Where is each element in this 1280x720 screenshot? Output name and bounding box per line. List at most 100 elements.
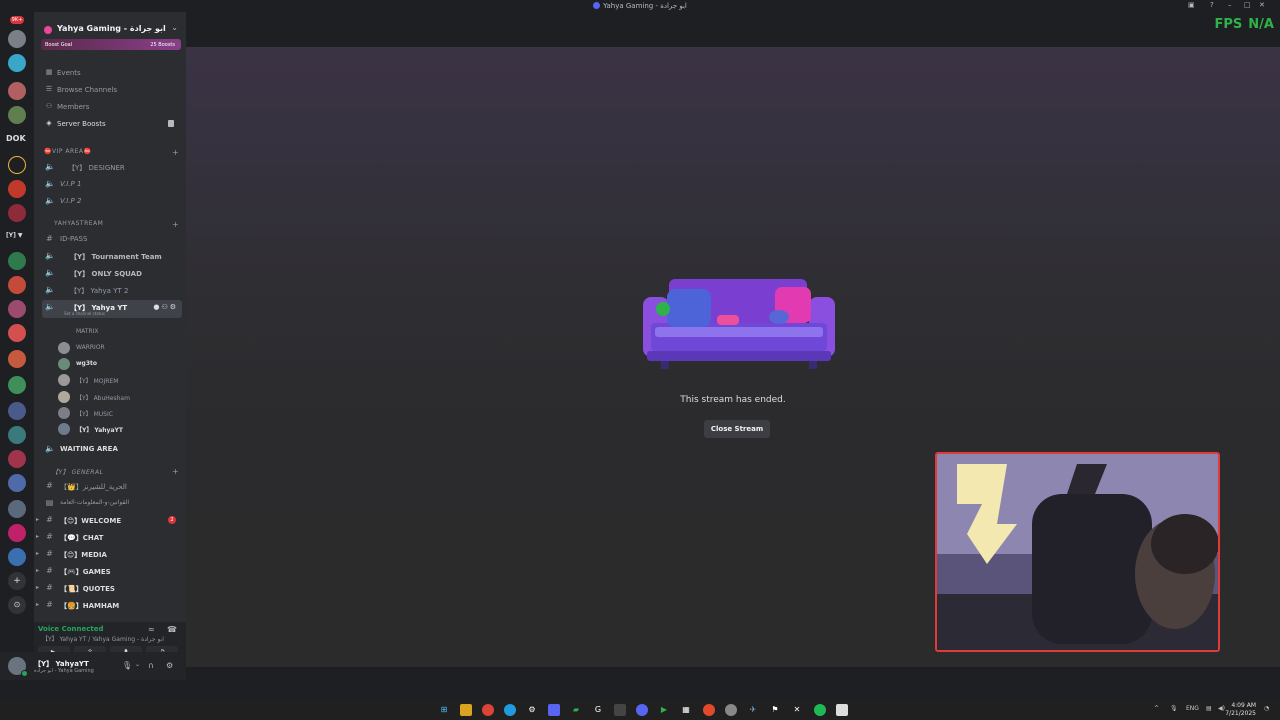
nav-events[interactable]: ▦ Events <box>42 66 182 80</box>
minimize-button[interactable]: – <box>1228 1 1232 9</box>
category-general[interactable]: 【Y】 GENERAL + <box>44 467 179 479</box>
network-icon[interactable]: ▤ <box>1206 705 1212 712</box>
add-channel-icon[interactable]: + <box>172 220 179 229</box>
gear-icon[interactable]: ⚙ <box>166 661 173 670</box>
steam-icon[interactable]: ⚙ <box>526 704 538 716</box>
noise-suppression-icon[interactable]: ≈ <box>148 625 155 634</box>
server-icon[interactable] <box>8 156 26 174</box>
notepad-icon[interactable] <box>836 704 848 716</box>
voice-user[interactable]: 【Y】 YahyaYT <box>56 421 182 437</box>
chrome-icon[interactable] <box>482 704 494 716</box>
voice-channel-vip1[interactable]: 🔈 V.I.P 1 <box>42 177 182 192</box>
text-channel-media[interactable]: ▸ # 【😊】MEDIA <box>36 547 182 562</box>
server-icon[interactable] <box>8 500 26 518</box>
server-icon[interactable] <box>8 276 26 294</box>
app-icon[interactable]: ⚑ <box>769 704 781 716</box>
language-indicator[interactable]: ENG <box>1186 705 1199 712</box>
edge-icon[interactable] <box>504 704 516 716</box>
text-channel-rules-ar[interactable]: # 【👑】الحرية_للشيرنز <box>42 479 182 494</box>
inbox-icon[interactable]: ▣ <box>1188 1 1195 9</box>
category-yahyastream[interactable]: YAHYASTREAM + <box>44 220 179 232</box>
text-channel-games[interactable]: ▸ # 【🎮】GAMES <box>36 564 182 579</box>
nav-server-boosts[interactable]: ◈ Server Boosts <box>42 117 182 131</box>
voice-channel-vip2[interactable]: 🔈 V.I.P 2 <box>42 194 182 209</box>
server-icon[interactable] <box>8 474 26 492</box>
microphone-icon[interactable]: 🎙 <box>1170 705 1178 712</box>
app-icon[interactable] <box>614 704 626 716</box>
close-window-button[interactable]: ✕ <box>1259 1 1265 9</box>
app-icon[interactable]: ▶ <box>658 704 670 716</box>
text-channel-info-ar[interactable]: ▤ القوانين-و-المعلومات-العامة <box>42 496 182 511</box>
disconnect-icon[interactable]: ☎ <box>167 625 177 634</box>
server-icon[interactable] <box>8 548 26 566</box>
voice-user[interactable]: MATRIX <box>56 324 182 340</box>
voice-channel-yahya-yt2[interactable]: 🔈 【Y】 Yahya YT 2 <box>42 283 182 298</box>
server-icon[interactable] <box>8 180 26 198</box>
headphones-icon[interactable]: ∩ <box>148 661 154 670</box>
server-text-icon[interactable]: DOK <box>6 134 26 143</box>
app-icon[interactable] <box>636 704 648 716</box>
server-icon[interactable] <box>8 82 26 100</box>
server-icon[interactable] <box>8 426 26 444</box>
microphone-icon[interactable]: 🎙 <box>122 661 132 670</box>
server-icon[interactable] <box>8 106 26 124</box>
nav-browse-channels[interactable]: ☰ Browse Channels <box>42 83 182 97</box>
boost-goal-bar[interactable]: Boost Goal 25 Boosts <box>41 39 181 50</box>
chevron-down-icon[interactable]: ⌄ <box>135 661 140 668</box>
app-icon[interactable] <box>703 704 715 716</box>
server-icon[interactable] <box>8 54 26 72</box>
tray-chevron-icon[interactable]: ^ <box>1154 705 1159 712</box>
voice-user[interactable]: WARRIOR <box>56 340 182 356</box>
voice-user[interactable]: 【Y】 MOJREM <box>56 372 182 388</box>
text-channel-hamham[interactable]: ▸ # 【🍔】HAMHAM <box>36 598 182 613</box>
notification-icon[interactable]: ◔ <box>1264 705 1269 712</box>
voice-channel-waiting-area[interactable]: 🔈 WAITING AREA <box>42 442 182 457</box>
text-channel-quotes[interactable]: ▸ # 【📜】QUOTES <box>36 581 182 596</box>
server-icon[interactable] <box>8 524 26 542</box>
server-icon[interactable] <box>8 450 26 468</box>
server-text-icon[interactable]: [Y] ▼ <box>6 232 23 239</box>
help-icon[interactable]: ? <box>1210 1 1214 9</box>
volume-icon[interactable]: ◀) <box>1218 705 1225 712</box>
server-icon[interactable] <box>8 324 26 342</box>
gear-icon[interactable]: ⚙ <box>170 303 178 311</box>
app-icon[interactable]: ✈ <box>747 704 759 716</box>
voice-channel-designer[interactable]: 🔈 【Y】 DESIGNER <box>42 160 182 175</box>
channel-status-hint[interactable]: Set a channel status <box>64 311 105 316</box>
voice-channel-only-squad[interactable]: 🔈 【Y】 ONLY SQUAD <box>42 266 182 281</box>
voice-user[interactable]: wg3to <box>56 356 182 372</box>
voice-channel-tournament[interactable]: 🔈 【Y】 Tournament Team <box>42 249 182 264</box>
text-channel-chat[interactable]: ▸ # 【💬】CHAT <box>36 530 182 545</box>
app-icon[interactable] <box>725 704 737 716</box>
server-icon[interactable] <box>8 252 26 270</box>
maximize-button[interactable]: □ <box>1244 1 1251 9</box>
folder-icon[interactable] <box>460 704 472 716</box>
server-icon[interactable] <box>8 376 26 394</box>
voice-channel-path[interactable]: 【Y】 Yahya YT / Yahya Gaming - ابو جرادة <box>42 634 164 643</box>
add-server-icon[interactable]: + <box>8 572 26 590</box>
server-icon[interactable] <box>8 402 26 420</box>
server-icon[interactable] <box>8 204 26 222</box>
discover-icon[interactable]: ⊙ <box>8 596 26 614</box>
server-icon[interactable] <box>8 30 26 48</box>
add-channel-icon[interactable]: + <box>172 467 179 476</box>
text-channel-id-pass[interactable]: # ID-PASS <box>42 232 182 247</box>
app-icon[interactable]: ✕ <box>791 704 803 716</box>
voice-user[interactable]: 【Y】 MUSIC <box>56 405 182 421</box>
server-icon[interactable] <box>8 350 26 368</box>
discord-icon[interactable] <box>548 704 560 716</box>
app-icon[interactable]: G <box>592 704 604 716</box>
voice-channel-yahya-yt[interactable]: 🔈 【Y】 Yahya YT Set a channel status ●⚇⚙ <box>42 300 182 318</box>
nvidia-icon[interactable]: ▰ <box>570 704 582 716</box>
text-channel-welcome[interactable]: ▸ # 【😊】WELCOME 2 <box>36 513 182 528</box>
clock[interactable]: 4:09 AM 7/21/2025 <box>1225 702 1256 718</box>
app-icon[interactable]: ▦ <box>680 704 692 716</box>
server-icon[interactable] <box>8 300 26 318</box>
close-stream-button[interactable]: Close Stream <box>704 420 770 438</box>
category-vip-area[interactable]: ⛔VIP AREA⛔ + <box>44 148 179 160</box>
nav-members[interactable]: ⚇ Members <box>42 100 182 114</box>
invite-icon[interactable]: ⚇ <box>161 303 169 311</box>
add-channel-icon[interactable]: + <box>172 148 179 157</box>
server-header[interactable]: Yahya Gaming - ابو جرادة ⌄ <box>34 16 186 38</box>
chevron-down-icon[interactable]: ⌄ <box>171 23 178 32</box>
